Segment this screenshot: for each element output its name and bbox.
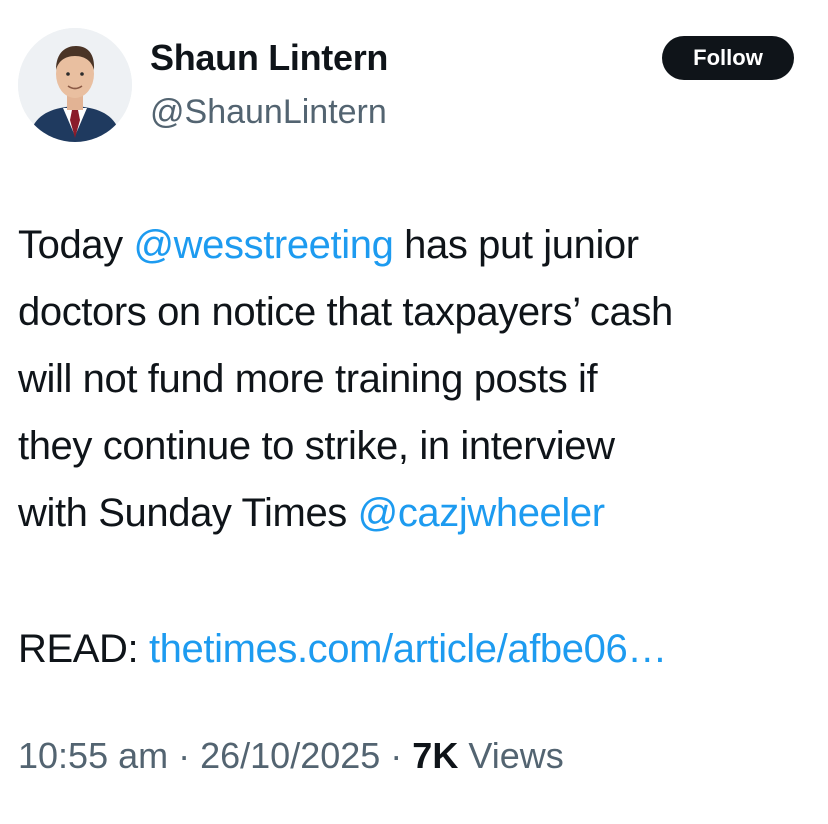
tweet-line: Today @wesstreeting has put junior [18, 212, 818, 279]
meta-separator: · [168, 735, 201, 776]
read-label: READ: [18, 627, 149, 671]
views-label: Views [458, 735, 564, 776]
mention-link[interactable]: @cazjwheeler [358, 491, 605, 535]
author-handle[interactable]: @ShaunLintern [150, 90, 387, 134]
tweet-date[interactable]: 26/10/2025 [200, 735, 380, 776]
author-display-name[interactable]: Shaun Lintern [150, 36, 388, 80]
views-count: 7K [412, 735, 459, 776]
article-link[interactable]: thetimes.com/article/afbe06… [149, 627, 667, 671]
read-line: READ: thetimes.com/article/afbe06… [18, 616, 667, 683]
meta-separator: · [380, 735, 413, 776]
tweet-time[interactable]: 10:55 am [18, 735, 168, 776]
tweet-text-segment: with Sunday Times [18, 491, 358, 535]
tweet-meta: 10:55 am · 26/10/2025 · 7K Views [18, 732, 564, 780]
tweet-line: they continue to strike, in interview [18, 424, 615, 468]
tweet-line: with Sunday Times @cazjwheeler [18, 480, 818, 547]
mention-link[interactable]: @wesstreeting [133, 223, 393, 267]
tweet-text-segment: Today [18, 223, 134, 267]
follow-button[interactable]: Follow [662, 36, 794, 80]
avatar[interactable] [18, 28, 132, 142]
tweet-line: will not fund more training posts if [18, 357, 598, 401]
tweet-text: Today @wesstreeting has put junior docto… [18, 212, 818, 547]
tweet-line: doctors on notice that taxpayers’ cash [18, 290, 673, 334]
tweet-text-segment: has put junior [393, 223, 639, 267]
avatar-photo [18, 28, 132, 142]
